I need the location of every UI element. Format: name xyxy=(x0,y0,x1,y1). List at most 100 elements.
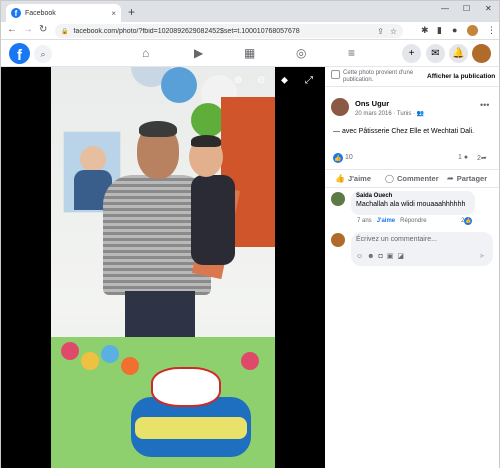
comment-tools: ☺☻◘▣◪ xyxy=(356,252,408,260)
commenter-avatar[interactable] xyxy=(331,192,345,206)
reload-icon[interactable]: ↻ xyxy=(39,24,47,35)
lock-icon: 🔒 xyxy=(61,28,69,35)
video-icon[interactable]: ▶ xyxy=(194,46,203,60)
share-page-icon[interactable]: ⇪ xyxy=(377,27,384,36)
emoji-icon[interactable]: ☻ xyxy=(367,253,378,260)
url-text[interactable]: facebook.com/photo/?fbid=102089262908245… xyxy=(73,28,371,35)
menu-icon[interactable]: ≡ xyxy=(348,46,355,60)
notifications-bell-icon[interactable]: 🔔 xyxy=(449,44,468,63)
comment-button[interactable]: ◯ Commenter xyxy=(385,174,439,183)
comment-input-placeholder: Écrivez un commentaire... xyxy=(356,236,437,243)
post-text: — avec Pâtisserie Chez Elle et Wechtati … xyxy=(333,128,475,135)
my-avatar[interactable] xyxy=(331,233,345,247)
comment-label: Commenter xyxy=(396,174,439,183)
tag-icon[interactable]: ⬥ xyxy=(281,75,288,86)
candy xyxy=(101,345,119,363)
balloon xyxy=(191,103,225,137)
post-date-location: 20 mars 2016 · Tunis · xyxy=(355,111,417,117)
back-arrow-icon[interactable]: ← xyxy=(7,24,17,35)
candy xyxy=(121,357,139,375)
comment-bubble-icon: ● xyxy=(463,154,469,161)
tab-title: Facebook xyxy=(25,9,56,17)
fullscreen-icon[interactable]: ⤢ xyxy=(305,75,313,86)
candy xyxy=(61,342,79,360)
post-actions-bar: 👍 J'aime ◯ Commenter ➦ Partager xyxy=(325,169,499,188)
close-window-button[interactable]: ✕ xyxy=(485,4,492,13)
comment-reply-link[interactable]: Répondre xyxy=(400,218,426,224)
commenter-name[interactable]: Saida Ouech xyxy=(356,193,470,199)
comment-text: Machallah ala wlidi mouaaahhhhhh xyxy=(356,201,466,208)
browser-menu-icon[interactable]: ⋮ xyxy=(487,25,496,36)
account-avatar[interactable] xyxy=(472,44,491,63)
share-button[interactable]: ➦ Partager xyxy=(447,174,487,183)
candy xyxy=(81,352,99,370)
url-bar[interactable]: 🔒 facebook.com/photo/?fbid=1020892629082… xyxy=(55,24,403,38)
groups-icon[interactable]: ◎ xyxy=(296,46,306,60)
profile-avatar[interactable] xyxy=(467,25,478,36)
address-bar-row: ← → ↻ 🔒 facebook.com/photo/?fbid=1020892… xyxy=(1,22,499,40)
facebook-favicon-icon: f xyxy=(11,8,21,18)
share-label: Partager xyxy=(456,174,488,183)
zoom-in-icon[interactable]: ⊕ xyxy=(234,75,242,86)
comment-like-icon: 👍 xyxy=(464,217,473,225)
balloon xyxy=(161,67,197,103)
author-avatar[interactable] xyxy=(331,98,349,116)
home-icon[interactable]: ⌂ xyxy=(142,46,149,60)
share-count[interactable]: 2➦ xyxy=(477,154,487,162)
thumbs-up-icon: 👍 xyxy=(335,174,345,183)
side-panel-icon[interactable]: ▮ xyxy=(437,25,442,36)
post-side-panel: Cette photo provient d'une publication. … xyxy=(325,67,499,468)
like-label: J'aime xyxy=(347,174,372,183)
search-icon[interactable]: ⌕ xyxy=(34,45,52,63)
cake-top-tier xyxy=(151,367,221,407)
photo-viewer: ⊕ ⊖ ⬥ ⤢ xyxy=(1,67,325,468)
forward-arrow-icon[interactable]: → xyxy=(23,24,33,35)
birthday-photo xyxy=(51,67,275,468)
view-post-button[interactable]: Afficher la publication xyxy=(427,73,495,80)
send-icon[interactable]: ➤ xyxy=(479,252,485,260)
reaction-count[interactable]: 10 xyxy=(345,154,353,161)
candy xyxy=(241,352,259,370)
facebook-navbar: f ⌕ ⌂ ▶ ▦ ◎ ≡ + ✉ 🔔 xyxy=(1,41,499,67)
man-hair xyxy=(139,121,177,137)
more-options-icon[interactable]: ••• xyxy=(480,100,489,110)
comment-meta: 7 ans J'aime Répondre xyxy=(357,218,427,224)
extensions-puzzle-icon[interactable]: ✱ xyxy=(421,25,429,36)
new-tab-button[interactable]: + xyxy=(128,5,135,19)
bookmark-star-icon[interactable]: ☆ xyxy=(390,27,397,36)
messenger-icon[interactable]: ✉ xyxy=(426,44,445,63)
comment-bubble: Saida Ouech Machallah ala wlidi mouaaahh… xyxy=(351,191,475,215)
photo-source-icon xyxy=(331,70,340,79)
browser-tab-facebook[interactable]: f Facebook × xyxy=(6,4,121,22)
gif-icon[interactable]: ▣ xyxy=(387,253,398,260)
maximize-button[interactable]: ☐ xyxy=(463,4,470,13)
comment-age[interactable]: 7 ans xyxy=(357,218,372,224)
comment-count-value: 1 xyxy=(458,154,462,161)
source-notice-bar: Cette photo provient d'une publication. … xyxy=(325,67,499,87)
avatar-sticker-icon[interactable]: ☺ xyxy=(356,253,367,260)
child-body xyxy=(191,175,235,265)
share-arrow-icon: ➦ xyxy=(480,155,487,162)
sticker-icon[interactable]: ◪ xyxy=(397,253,408,260)
profile-icon[interactable]: ● xyxy=(452,25,457,35)
poster-face xyxy=(80,146,106,172)
post-meta: 20 mars 2016 · Tunis · 👥 xyxy=(355,110,424,117)
comment-like-count[interactable]: 2👍 xyxy=(461,217,473,225)
comment-input[interactable]: Écrivez un commentaire... ☺☻◘▣◪ ➤ xyxy=(351,232,493,266)
child-hair xyxy=(191,135,221,147)
share-icon: ➦ xyxy=(447,174,454,183)
zoom-out-icon[interactable]: ⊖ xyxy=(257,75,265,86)
facebook-logo-icon[interactable]: f xyxy=(9,43,30,64)
like-button[interactable]: 👍 J'aime xyxy=(335,174,371,183)
minimize-button[interactable]: — xyxy=(441,4,449,13)
comment-icon: ◯ xyxy=(385,174,394,183)
author-name[interactable]: Ons Ugur xyxy=(355,99,389,108)
source-notice-text: Cette photo provient d'une publication. xyxy=(343,70,414,83)
camera-icon[interactable]: ◘ xyxy=(379,253,387,260)
comment-count[interactable]: 1 ● xyxy=(458,154,468,161)
tab-close-icon[interactable]: × xyxy=(111,9,116,18)
marketplace-icon[interactable]: ▦ xyxy=(244,46,255,60)
comment-like-link[interactable]: J'aime xyxy=(377,218,395,224)
like-reaction-icon: 👍 xyxy=(333,153,343,163)
create-plus-icon[interactable]: + xyxy=(402,44,421,63)
